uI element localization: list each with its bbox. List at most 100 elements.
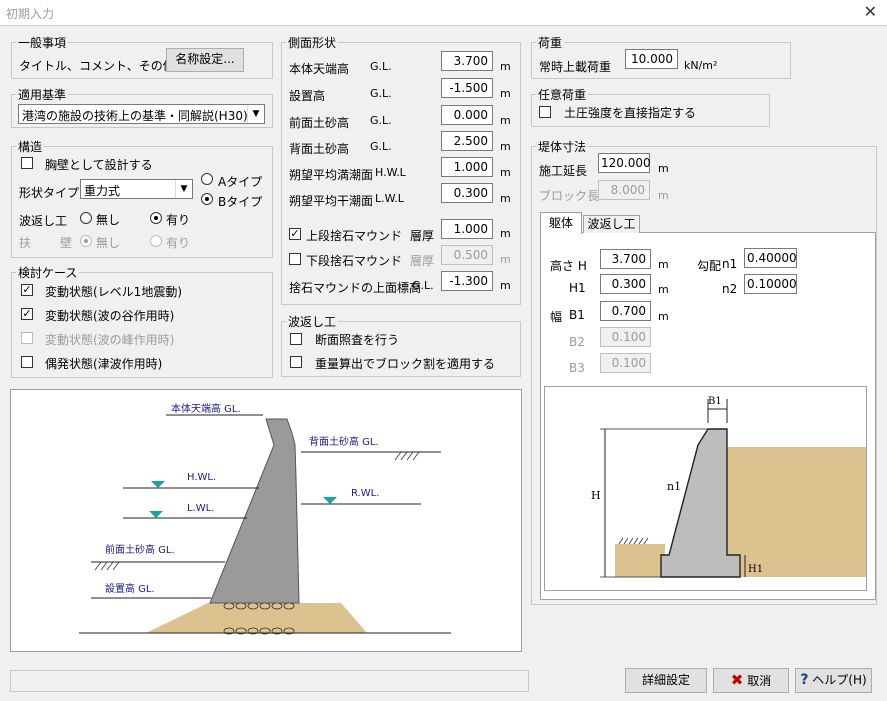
hwl-tag: H.WL. [187,472,216,483]
shape-type-value: 重力式 [84,184,121,198]
slope-label: 勾配 [697,259,722,273]
n2-input[interactable]: 0.10000 [744,274,797,294]
lwl-water-icon [149,511,163,518]
wave-work-legend: 波返し工 [286,313,339,330]
type-b-radio[interactable] [201,193,213,205]
n1-label: n1 [722,257,738,271]
height-input[interactable]: 3.700 [600,249,651,269]
upper-layer-label: 層厚 [410,229,435,243]
unit-m: m [500,140,511,153]
case-tsunami-checkbox[interactable] [21,356,33,368]
section-check-label: 断面照査を行う [315,333,400,347]
b2-input: 0.100 [600,327,651,347]
direct-pressure-label: 土圧強度を直接指定する [564,106,697,120]
type-b-label: Bタイプ [218,195,263,209]
buttress-none-radio [80,235,92,247]
dimensions-legend: 堤体寸法 [536,138,589,155]
section-check-checkbox[interactable] [290,333,302,345]
optional-load-legend: 任意荷重 [536,86,589,103]
detail-settings-button[interactable]: 詳細設定 [625,668,707,693]
top-gl-label: 本体天端高 GL. [171,402,241,415]
front-gl-label: 前面土砂高 GL. [105,543,175,556]
tab-body-label: 躯体 [548,216,573,230]
mound-top-label: 捨石マウンドの上面標高 [289,281,422,295]
mound-top-input[interactable]: -1.300 [441,271,493,291]
case-wave-crest-label: 変動状態(波の峰作用時) [45,333,175,347]
base-gl-label: 設置高 GL. [105,582,155,595]
length-input[interactable]: 120.000 [598,153,651,173]
unit-m: m [500,87,511,100]
h1-input[interactable]: 0.300 [600,274,651,294]
h1-dim-label: H1 [748,564,763,575]
standard-select[interactable]: 港湾の施設の技術上の基準・同解説(H30) ▼ [18,104,265,124]
help-button[interactable]: ? ヘルプ(H) [795,668,872,693]
help-icon: ? [800,672,809,688]
chevron-down-icon: ▼ [175,180,192,198]
hwl-water-icon [151,481,165,488]
type-a-radio[interactable] [201,173,213,185]
length-label: 施工延長 [539,164,588,178]
upper-layer-input[interactable]: 1.000 [441,219,493,239]
block-length-label: ブロック長 [539,189,600,203]
back-soil-input[interactable]: 2.500 [441,131,493,151]
block-split-checkbox[interactable] [290,356,302,368]
tab-body[interactable]: 躯体 [540,212,582,234]
close-icon: ✖ [730,671,744,689]
side-diagram: 本体天端高 GL. 背面土砂高 GL. H.WL. L.WL. R.WL. 前面… [10,389,522,652]
unit-m: m [658,189,669,202]
close-icon[interactable]: ✕ [864,2,877,21]
heki-label: 壁 [60,236,73,250]
tab-wave-work-label: 波返し工 [587,217,636,231]
top-height-input[interactable]: 3.700 [441,51,493,71]
shape-type-select[interactable]: 重力式 ▼ [80,179,193,199]
wave-work-label: 波返し工 [19,214,68,228]
block-split-label: 重量算出でブロック割を適用する [315,357,496,371]
wave-none-radio[interactable] [80,212,92,224]
unit-m: m [658,310,669,323]
title-bar: 初期入力 ✕ [0,0,887,26]
width-label: 幅 [550,310,563,324]
tab-wave-work[interactable]: 波返し工 [583,215,640,233]
lwl-input[interactable]: 0.300 [441,183,493,203]
b3-input: 0.100 [600,353,651,373]
back-gl-label: 背面土砂高 GL. [309,435,379,448]
name-settings-button[interactable]: 名称設定... [166,48,244,72]
lwl-tag: L.WL. [187,503,214,514]
wave-present-radio[interactable] [150,212,162,224]
load-input[interactable]: 10.000 [625,49,678,69]
standard-legend: 適用基準 [16,86,69,103]
gl-label: G.L. [412,279,434,292]
general-label: タイトル、コメント、その他: [19,59,179,73]
window-title: 初期入力 [6,7,55,21]
gl-label: G.L. [370,87,392,100]
front-soil [615,544,665,577]
rwl-tag: R.WL. [351,488,379,499]
load-legend: 荷重 [536,34,565,51]
direct-pressure-checkbox[interactable] [539,106,551,118]
unit-m: m [500,227,511,240]
n2-label: n2 [722,282,738,296]
n1-input[interactable]: 0.40000 [744,248,797,268]
buttress-present-radio [150,235,162,247]
front-soil-input[interactable]: 0.000 [441,105,493,125]
gl-label: G.L. [370,114,392,127]
type-a-label: Aタイプ [218,175,263,189]
lwl-code: L.W.L [375,192,404,205]
case-seismic-checkbox[interactable]: ✓ [21,284,33,296]
parapet-checkbox[interactable] [21,157,33,169]
b1-dim-label: B1 [708,396,722,407]
unit-m: m [658,162,669,175]
front-hatch [94,561,120,571]
upper-mound-checkbox[interactable]: ✓ [289,228,301,240]
lower-mound-checkbox[interactable] [289,253,301,265]
unit-m: m [500,279,511,292]
base-height-input[interactable]: -1.500 [441,78,493,98]
case-wave-trough-checkbox[interactable]: ✓ [21,308,33,320]
buttress-present-label: 有り [166,236,191,250]
standard-value: 港湾の施設の技術上の基準・同解説(H30) [22,109,248,123]
load-unit: kN/m² [684,59,718,72]
b1-input[interactable]: 0.700 [600,301,651,321]
cancel-button[interactable]: ✖ 取消 [713,668,789,693]
hwl-input[interactable]: 1.000 [441,157,493,177]
help-label: ヘルプ(H) [812,673,867,687]
